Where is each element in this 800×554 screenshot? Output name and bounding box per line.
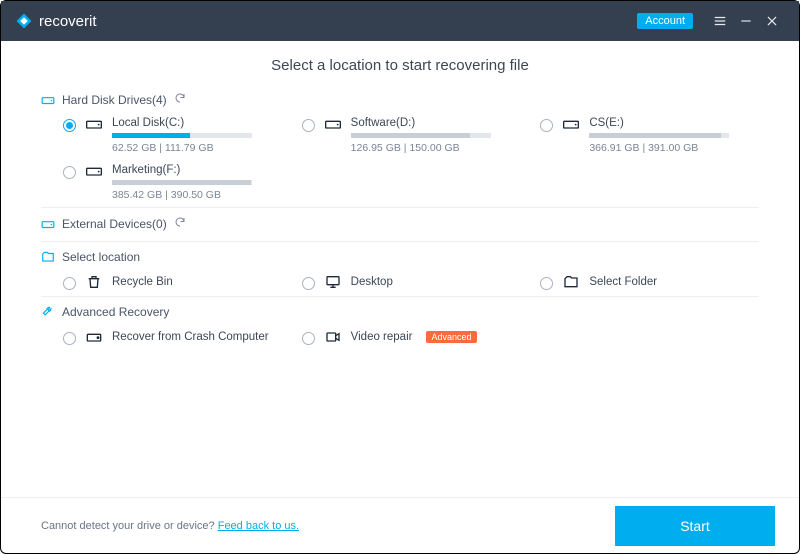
advanced-radio[interactable]: [302, 332, 315, 345]
location-item-desktop[interactable]: Desktop: [302, 274, 521, 290]
section-advanced-header: Advanced Recovery: [41, 305, 759, 319]
drive-size: 385.42 GB | 390.50 GB: [112, 189, 282, 201]
drive-usage-bar: [589, 133, 729, 138]
advanced-item-crash-recovery[interactable]: Recover from Crash Computer: [63, 329, 282, 345]
hdd-icon: [86, 117, 102, 131]
hdd-icon: [563, 117, 579, 131]
external-section-icon: [41, 217, 55, 231]
drive-name: CS(E:): [589, 117, 759, 129]
minimize-icon: [739, 14, 753, 28]
drive-radio[interactable]: [302, 119, 315, 132]
drive-size: 62.52 GB | 111.79 GB: [112, 142, 282, 154]
titlebar: recoverit Account: [1, 1, 799, 41]
drive-size: 366.91 GB | 391.00 GB: [589, 142, 759, 154]
advanced-label: Recover from Crash Computer: [112, 331, 269, 343]
drive-radio[interactable]: [63, 119, 76, 132]
footer: Cannot detect your drive or device? Feed…: [1, 497, 799, 553]
location-radio[interactable]: [63, 277, 76, 290]
video-repair-icon: [325, 329, 341, 345]
section-hdd-header: Hard Disk Drives(4): [41, 92, 759, 107]
account-button[interactable]: Account: [637, 13, 693, 29]
drive-item[interactable]: CS(E:) 366.91 GB | 391.00 GB: [540, 117, 759, 154]
drive-name: Marketing(F:): [112, 164, 282, 176]
advanced-label: Video repair: [351, 331, 413, 343]
divider: [41, 241, 759, 242]
refresh-external-button[interactable]: [174, 216, 186, 231]
section-advanced-title: Advanced Recovery: [62, 305, 169, 319]
advanced-section-icon: [41, 305, 55, 319]
hdd-section-icon: [41, 93, 55, 107]
page-title: Select a location to start recovering fi…: [41, 57, 759, 74]
drive-item[interactable]: Software(D:) 126.95 GB | 150.00 GB: [302, 117, 521, 154]
drive-usage-bar: [112, 180, 252, 185]
advanced-radio[interactable]: [63, 332, 76, 345]
location-item-recycle-bin[interactable]: Recycle Bin: [63, 274, 282, 290]
section-location-header: Select location: [41, 250, 759, 264]
logo-icon: [15, 12, 33, 30]
section-external-header: External Devices(0): [41, 216, 759, 231]
drive-radio[interactable]: [540, 119, 553, 132]
divider: [41, 296, 759, 297]
hdd-icon: [325, 117, 341, 131]
section-location-title: Select location: [62, 250, 140, 264]
location-label: Desktop: [351, 276, 393, 288]
menu-button[interactable]: [707, 14, 733, 28]
drive-usage-bar: [351, 133, 491, 138]
section-hdd-title: Hard Disk Drives(4): [62, 93, 167, 107]
divider: [41, 207, 759, 208]
drive-usage-bar: [112, 133, 252, 138]
drive-size: 126.95 GB | 150.00 GB: [351, 142, 521, 154]
folder-icon: [563, 274, 579, 290]
minimize-button[interactable]: [733, 14, 759, 28]
footer-note-text: Cannot detect your drive or device?: [41, 520, 218, 532]
location-radio[interactable]: [540, 277, 553, 290]
hdd-grid: Local Disk(C:) 62.52 GB | 111.79 GB Soft…: [41, 117, 759, 201]
location-label: Recycle Bin: [112, 276, 173, 288]
drive-name: Software(D:): [351, 117, 521, 129]
start-button[interactable]: Start: [615, 506, 775, 546]
drive-item[interactable]: Marketing(F:) 385.42 GB | 390.50 GB: [63, 164, 282, 201]
advanced-badge: Advanced: [426, 331, 476, 343]
app-logo: recoverit: [15, 12, 97, 30]
drive-name: Local Disk(C:): [112, 117, 282, 129]
app-name: recoverit: [39, 13, 97, 30]
hdd-icon: [86, 329, 102, 345]
main-panel: Select a location to start recovering fi…: [1, 41, 799, 497]
section-external-title: External Devices(0): [62, 217, 167, 231]
refresh-hdd-button[interactable]: [174, 92, 186, 107]
location-section-icon: [41, 250, 55, 264]
location-item-select-folder[interactable]: Select Folder: [540, 274, 759, 290]
location-radio[interactable]: [302, 277, 315, 290]
drive-item[interactable]: Local Disk(C:) 62.52 GB | 111.79 GB: [63, 117, 282, 154]
location-grid: Recycle Bin Desktop Select Folder: [41, 274, 759, 290]
advanced-grid: Recover from Crash Computer Video repair…: [41, 329, 759, 345]
drive-radio[interactable]: [63, 166, 76, 179]
footer-note: Cannot detect your drive or device? Feed…: [41, 520, 299, 532]
close-icon: [765, 14, 779, 28]
location-label: Select Folder: [589, 276, 657, 288]
recycle-bin-icon: [86, 274, 102, 290]
close-button[interactable]: [759, 14, 785, 28]
desktop-icon: [325, 274, 341, 290]
feedback-link[interactable]: Feed back to us.: [218, 520, 299, 532]
menu-icon: [713, 14, 727, 28]
hdd-icon: [86, 164, 102, 178]
advanced-item-video-repair[interactable]: Video repair Advanced: [302, 329, 521, 345]
